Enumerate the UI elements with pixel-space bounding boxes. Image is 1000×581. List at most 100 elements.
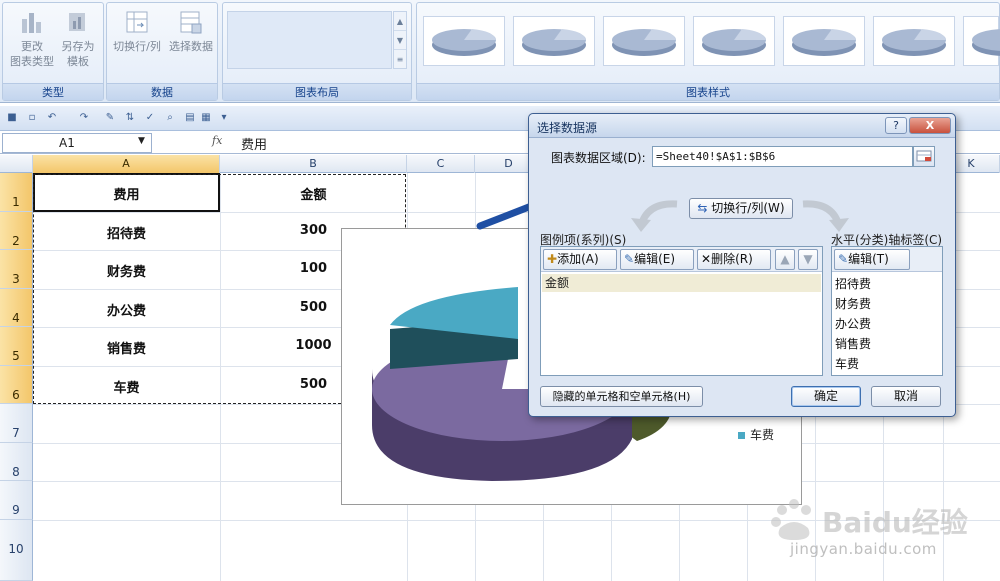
edit-axis-icon: ✎ bbox=[838, 252, 849, 266]
axis-label-item[interactable]: 销售费 bbox=[835, 335, 871, 352]
sort-icon[interactable]: ⇅ bbox=[124, 112, 136, 124]
save-template-label-1: 另存为 bbox=[61, 40, 95, 53]
row-header[interactable]: 8 bbox=[0, 443, 33, 481]
add-icon: ✚ bbox=[547, 252, 558, 266]
edit-series-button[interactable]: ✎编辑(E) bbox=[620, 249, 694, 270]
gallery-more-icon[interactable]: ≡ bbox=[394, 50, 406, 69]
dialog-titlebar[interactable]: 选择数据源 ? X bbox=[529, 114, 955, 138]
chart-layout-scroll[interactable]: ▲ ▼ ≡ bbox=[393, 11, 407, 69]
select-data-button[interactable]: 选择数据 bbox=[165, 9, 217, 54]
switch-button-label: 切换行/列(W) bbox=[711, 201, 785, 215]
save-template-icon bbox=[69, 13, 85, 31]
switch-row-column-label: 切换行/列 bbox=[113, 40, 161, 53]
ribbon-group-type-label: 类型 bbox=[3, 83, 103, 100]
close-button[interactable]: X bbox=[909, 117, 951, 134]
delete-icon: ✕ bbox=[701, 252, 712, 266]
edit-series-label: 编辑(E) bbox=[634, 252, 676, 266]
pie-style-icon bbox=[612, 29, 676, 56]
watermark-brand-text: Baidu经验 bbox=[822, 506, 968, 539]
insert-function-icon[interactable]: fx bbox=[212, 134, 222, 147]
axis-label-item[interactable]: 车费 bbox=[835, 355, 859, 372]
zoom-icon[interactable]: ⌕ bbox=[164, 112, 176, 124]
row-header[interactable]: 10 bbox=[0, 520, 33, 581]
chart-layout-gallery[interactable] bbox=[227, 11, 392, 69]
row-header[interactable]: 6 bbox=[0, 366, 33, 404]
edit-icon: ✎ bbox=[624, 252, 635, 266]
spell-check-icon[interactable]: ✓ bbox=[144, 112, 156, 124]
switch-row-column-dialog-button[interactable]: ⇆ 切换行/列(W) bbox=[689, 198, 793, 219]
row-header[interactable]: 3 bbox=[0, 250, 33, 289]
redo-icon[interactable]: ↷ bbox=[78, 112, 90, 124]
chart-style-thumbnail[interactable] bbox=[693, 16, 775, 66]
chart-style-thumbnail[interactable] bbox=[513, 16, 595, 66]
row-header[interactable]: 7 bbox=[0, 404, 33, 443]
cancel-button[interactable]: 取消 bbox=[871, 386, 941, 407]
column-header-c[interactable]: C bbox=[407, 155, 475, 173]
paste-icon[interactable]: ▤ bbox=[184, 112, 196, 124]
ribbon-group-layout-label: 图表布局 bbox=[223, 83, 411, 100]
switch-left-arrow-icon bbox=[631, 200, 678, 232]
column-header-a[interactable]: A bbox=[33, 155, 220, 173]
move-down-button[interactable]: ▼ bbox=[798, 249, 818, 270]
ribbon-group-chart-styles: 图表样式 bbox=[416, 2, 1000, 101]
format-painter-icon[interactable]: ✎ bbox=[104, 112, 116, 124]
scroll-down-icon[interactable]: ▼ bbox=[394, 31, 406, 50]
help-button[interactable]: ? bbox=[885, 117, 907, 134]
ribbon-group-type: 更改 图表类型 另存为 模板 类型 bbox=[2, 2, 104, 101]
switch-icon: ⇆ bbox=[697, 201, 708, 215]
legend-swatch-icon bbox=[738, 432, 745, 439]
series-list-item[interactable]: 金额 bbox=[542, 274, 821, 292]
pie-style-icon bbox=[702, 29, 766, 56]
name-box[interactable]: A1 bbox=[2, 133, 152, 153]
pie-style-icon bbox=[432, 29, 496, 56]
row-header[interactable]: 2 bbox=[0, 212, 33, 250]
switch-row-column-button[interactable]: 切换行/列 bbox=[109, 9, 165, 54]
undo-icon[interactable]: ↶ bbox=[46, 112, 58, 124]
hidden-empty-cells-button[interactable]: 隐藏的单元格和空单元格(H) bbox=[540, 386, 703, 407]
move-up-button[interactable]: ▲ bbox=[775, 249, 795, 270]
axis-label-item[interactable]: 办公费 bbox=[835, 315, 871, 332]
ribbon-group-data: 切换行/列 选择数据 数据 bbox=[106, 2, 218, 101]
scroll-up-icon[interactable]: ▲ bbox=[394, 12, 406, 31]
arrow-up-icon: ▲ bbox=[780, 252, 790, 266]
select-data-label: 选择数据 bbox=[169, 40, 213, 53]
select-data-icon bbox=[180, 11, 202, 34]
delete-series-button[interactable]: ✕删除(R) bbox=[697, 249, 771, 270]
dialog-title: 选择数据源 bbox=[537, 121, 598, 135]
column-header-b[interactable]: B bbox=[220, 155, 407, 173]
axis-label-item[interactable]: 招待费 bbox=[835, 275, 871, 292]
chart-style-thumbnail[interactable] bbox=[783, 16, 865, 66]
formula-input[interactable]: 费用 bbox=[241, 134, 267, 153]
save-icon[interactable]: ■ bbox=[6, 112, 18, 124]
chart-data-range-input[interactable]: =Sheet40!$A$1:$B$6 bbox=[652, 146, 913, 167]
arrow-down-icon: ▼ bbox=[803, 252, 813, 266]
ribbon-group-styles-label: 图表样式 bbox=[417, 83, 999, 100]
new-file-icon[interactable]: ▫ bbox=[26, 112, 38, 124]
add-series-button[interactable]: ✚添加(A) bbox=[543, 249, 617, 270]
pie-style-icon bbox=[882, 29, 946, 56]
name-box-dropdown-icon[interactable]: ▼ bbox=[138, 136, 145, 146]
chart-style-thumbnail[interactable] bbox=[873, 16, 955, 66]
switch-row-column-icon bbox=[126, 11, 148, 33]
border-icon[interactable]: ▦ bbox=[200, 112, 212, 124]
customize-toolbar-icon[interactable]: ▾ bbox=[218, 112, 230, 124]
chart-style-thumbnail[interactable] bbox=[423, 16, 505, 66]
edit-axis-labels-button[interactable]: ✎编辑(T) bbox=[834, 249, 910, 270]
axis-labels-toolbar: ✎编辑(T) bbox=[832, 247, 942, 272]
axis-label-item[interactable]: 财务费 bbox=[835, 295, 871, 312]
row-header[interactable]: 5 bbox=[0, 327, 33, 366]
ribbon: 更改 图表类型 另存为 模板 类型 切换行/列 选择数据 数据 ▲ ▼ ≡ 图表… bbox=[0, 0, 1000, 103]
chart-style-thumbnail[interactable] bbox=[603, 16, 685, 66]
select-data-source-dialog: 选择数据源 ? X 图表数据区域(D): =Sheet40!$A$1:$B$6 … bbox=[528, 113, 956, 417]
save-as-template-button[interactable]: 另存为 模板 bbox=[55, 9, 101, 69]
save-template-label-2: 模板 bbox=[67, 55, 89, 68]
row-header[interactable]: 9 bbox=[0, 481, 33, 520]
change-chart-type-button[interactable]: 更改 图表类型 bbox=[9, 9, 55, 69]
range-collapse-button[interactable] bbox=[913, 146, 935, 167]
delete-series-label: 删除(R) bbox=[711, 252, 753, 266]
ok-button[interactable]: 确定 bbox=[791, 386, 861, 407]
select-all-corner[interactable] bbox=[0, 155, 33, 173]
row-header[interactable]: 4 bbox=[0, 289, 33, 327]
chart-style-thumbnail[interactable] bbox=[963, 16, 1000, 66]
row-header[interactable]: 1 bbox=[0, 173, 33, 212]
